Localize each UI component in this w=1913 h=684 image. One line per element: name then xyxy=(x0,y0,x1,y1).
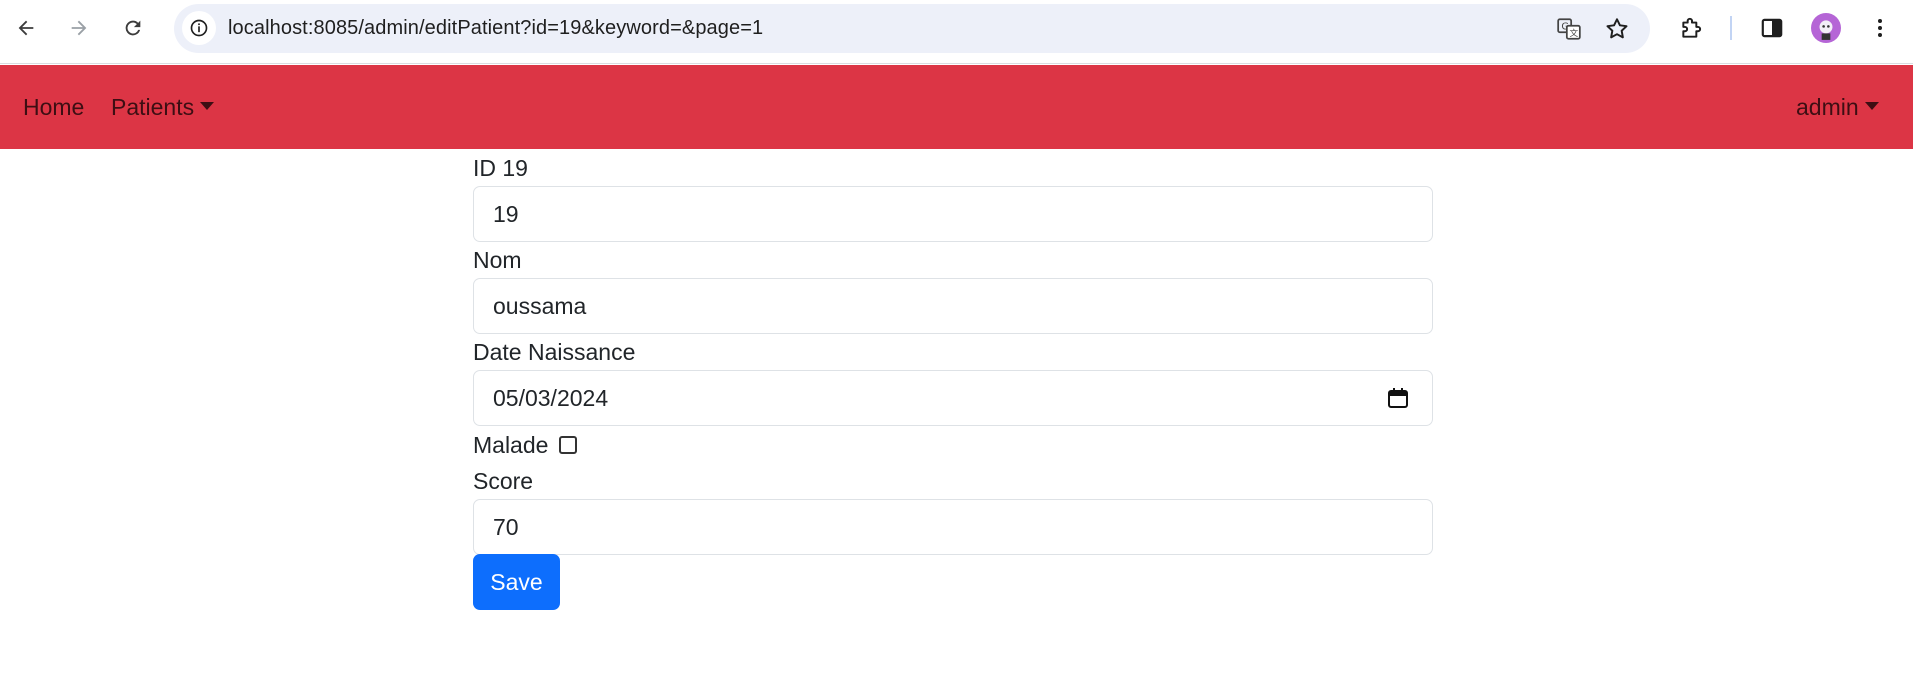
malade-label: Malade xyxy=(473,432,549,458)
calendar-icon[interactable] xyxy=(1386,386,1410,410)
info-icon xyxy=(190,19,208,37)
back-button[interactable] xyxy=(8,10,44,46)
browser-menu-button[interactable] xyxy=(1864,12,1896,44)
nav-user-dropdown[interactable]: admin xyxy=(1796,65,1879,149)
side-panel-icon xyxy=(1761,18,1783,38)
date-naissance-label: Date Naissance xyxy=(473,339,636,365)
toolbar-divider xyxy=(1730,16,1732,40)
svg-text:文: 文 xyxy=(1570,27,1579,39)
forward-button[interactable] xyxy=(61,10,97,46)
bookmark-button[interactable] xyxy=(1602,14,1632,44)
url-text[interactable]: localhost:8085/admin/editPatient?id=19&k… xyxy=(228,4,763,53)
id-label: ID 19 xyxy=(473,155,528,181)
side-panel-button[interactable] xyxy=(1756,12,1788,44)
nom-field[interactable]: oussama xyxy=(473,278,1433,334)
caret-down-icon xyxy=(200,101,215,110)
score-field[interactable]: 70 xyxy=(473,499,1433,555)
caret-down-icon xyxy=(1864,101,1879,110)
reload-button[interactable] xyxy=(115,10,151,46)
puzzle-icon xyxy=(1682,17,1702,38)
translate-button[interactable]: G文 xyxy=(1554,14,1584,44)
id-field[interactable]: 19 xyxy=(473,186,1433,242)
star-icon xyxy=(1606,18,1628,39)
reload-icon xyxy=(125,20,141,36)
malade-checkbox[interactable] xyxy=(559,436,577,454)
score-label: Score xyxy=(473,468,534,494)
translate-icon: G文 xyxy=(1557,18,1581,40)
save-button[interactable]: Save xyxy=(473,554,560,610)
arrow-left-icon xyxy=(18,20,34,36)
browser-toolbar: localhost:8085/admin/editPatient?id=19&k… xyxy=(0,0,1913,64)
profile-avatar-icon xyxy=(1819,20,1833,40)
avatar[interactable] xyxy=(1811,13,1841,43)
app-navbar: Home Patients admin xyxy=(0,65,1913,149)
nav-user-label: admin xyxy=(1796,94,1859,120)
nav-patients-dropdown[interactable]: Patients xyxy=(111,65,215,149)
address-bar[interactable]: localhost:8085/admin/editPatient?id=19&k… xyxy=(174,4,1650,53)
nav-patients-label: Patients xyxy=(111,94,195,120)
site-info-button[interactable] xyxy=(182,11,216,45)
kebab-menu-icon xyxy=(1878,19,1882,37)
nav-home-link[interactable]: Home xyxy=(23,65,84,149)
nom-label: Nom xyxy=(473,247,522,273)
date-naissance-field[interactable]: 05/03/2024 xyxy=(473,370,1433,426)
date-value: 05/03/2024 xyxy=(493,385,609,411)
extensions-button[interactable] xyxy=(1676,12,1708,44)
arrow-right-icon xyxy=(71,20,87,36)
